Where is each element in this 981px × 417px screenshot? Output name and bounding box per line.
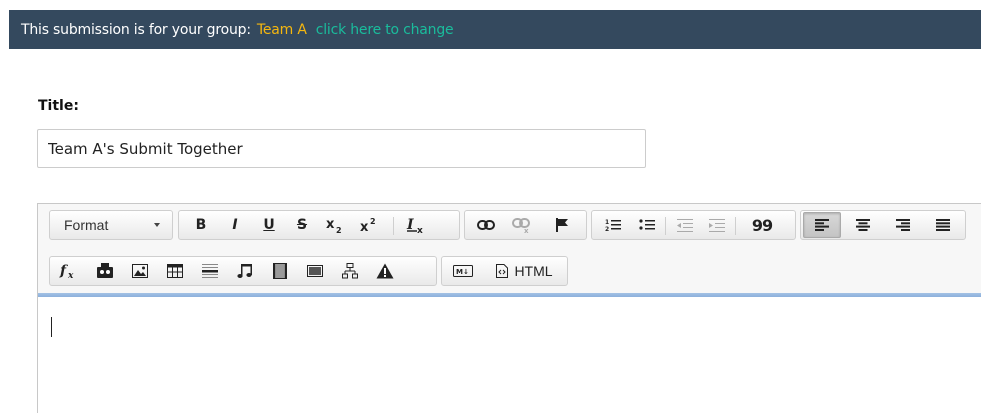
align-group — [800, 210, 966, 240]
superscript-button[interactable]: x2 — [355, 213, 385, 237]
justify-button[interactable] — [925, 213, 961, 237]
group-banner-text: This submission is for your group: — [21, 21, 251, 38]
anchor-button[interactable] — [547, 213, 577, 237]
numbered-list-icon: 12 — [605, 219, 621, 232]
table-icon — [167, 264, 183, 278]
subscript-icon: x2 — [326, 217, 342, 234]
svg-text:x: x — [67, 271, 74, 280]
unlink-icon: x — [512, 218, 530, 233]
blockquote-button[interactable]: 99 — [742, 213, 782, 237]
warning-button[interactable] — [370, 259, 400, 283]
outdent-button[interactable] — [670, 213, 700, 237]
svg-text:x: x — [417, 226, 423, 235]
outdent-icon — [677, 219, 693, 232]
separator — [665, 217, 666, 235]
toolbar-row-2: fx M↓ HTML — [44, 256, 604, 286]
iframe-icon — [307, 265, 323, 277]
italic-button[interactable]: I — [221, 213, 249, 237]
table-button[interactable] — [160, 259, 190, 283]
sitemap-icon — [342, 263, 358, 279]
video-button[interactable] — [265, 259, 295, 283]
svg-text:2: 2 — [605, 226, 609, 232]
align-left-icon — [815, 219, 829, 231]
svg-text:2: 2 — [336, 226, 342, 234]
format-dropdown-label: Format — [64, 217, 109, 233]
svg-text:x: x — [326, 217, 335, 232]
strikethrough-button[interactable]: S — [288, 213, 316, 237]
flag-icon — [556, 218, 568, 232]
bold-button[interactable]: B — [187, 213, 215, 237]
image-icon — [132, 264, 148, 278]
link-group: x — [464, 210, 587, 240]
source-code-icon — [496, 264, 509, 278]
justify-icon — [936, 219, 950, 231]
link-icon — [477, 220, 495, 230]
indent-button[interactable] — [702, 213, 732, 237]
formula-button[interactable]: fx — [54, 259, 84, 283]
toolbar-row-1: Format B I U S x2 x2 Ix x 1 2 99 — [44, 210, 966, 240]
paragraph-group: 12 99 — [591, 210, 796, 240]
insert-group: fx — [49, 256, 437, 286]
align-center-button[interactable] — [845, 213, 881, 237]
source-group: M↓ HTML — [441, 256, 568, 286]
superscript-icon: x2 — [360, 217, 376, 234]
indent-icon — [709, 219, 725, 232]
horizontal-rule-icon — [202, 264, 218, 278]
formula-icon: fx — [59, 263, 74, 280]
subscript-button[interactable]: x2 — [321, 213, 351, 237]
svg-text:M↓: M↓ — [456, 268, 469, 276]
html-source-button[interactable]: HTML — [484, 259, 564, 283]
sitemap-button[interactable] — [335, 259, 365, 283]
basic-styles-group: B I U S x2 x2 Ix — [178, 210, 460, 240]
rich-text-editor: Format B I U S x2 x2 Ix x 1 2 99 f x M↓ … — [37, 203, 981, 417]
group-banner: This submission is for your group: Team … — [9, 10, 981, 49]
svg-text:x: x — [524, 227, 529, 233]
group-name: Team A — [256, 21, 307, 38]
separator — [393, 217, 394, 235]
align-center-icon — [856, 219, 870, 231]
remove-format-button[interactable]: Ix — [401, 213, 431, 237]
svg-text:1: 1 — [605, 219, 609, 226]
horizontal-rule-button[interactable] — [195, 259, 225, 283]
text-caret — [51, 317, 52, 337]
music-note-icon — [237, 264, 252, 278]
change-group-link[interactable]: click here to change — [316, 22, 454, 38]
underline-button[interactable]: U — [255, 213, 283, 237]
separator — [735, 217, 736, 235]
svg-text:x: x — [360, 220, 369, 234]
image-button[interactable] — [125, 259, 155, 283]
svg-text:2: 2 — [370, 217, 376, 226]
align-right-icon — [896, 219, 910, 231]
remove-format-icon: Ix — [406, 217, 423, 235]
html-source-label: HTML — [514, 263, 553, 279]
unlink-button[interactable]: x — [507, 213, 537, 237]
editor-content-area[interactable] — [38, 297, 981, 417]
media-embed-button[interactable] — [90, 259, 120, 283]
title-label: Title: — [38, 98, 79, 114]
bulleted-list-button[interactable] — [632, 213, 662, 237]
markdown-button[interactable]: M↓ — [446, 259, 480, 283]
media-embed-icon — [97, 263, 113, 278]
markdown-icon: M↓ — [453, 265, 473, 277]
iframe-button[interactable] — [300, 259, 330, 283]
format-dropdown[interactable]: Format — [49, 210, 173, 240]
bulleted-list-icon — [639, 219, 655, 230]
align-right-button[interactable] — [885, 213, 921, 237]
link-button[interactable] — [471, 213, 501, 237]
title-input[interactable] — [37, 129, 646, 168]
audio-button[interactable] — [230, 259, 260, 283]
chevron-down-icon — [154, 223, 160, 227]
align-left-button[interactable] — [803, 212, 841, 238]
warning-icon — [376, 263, 394, 279]
film-icon — [273, 263, 287, 279]
numbered-list-button[interactable]: 12 — [598, 213, 628, 237]
